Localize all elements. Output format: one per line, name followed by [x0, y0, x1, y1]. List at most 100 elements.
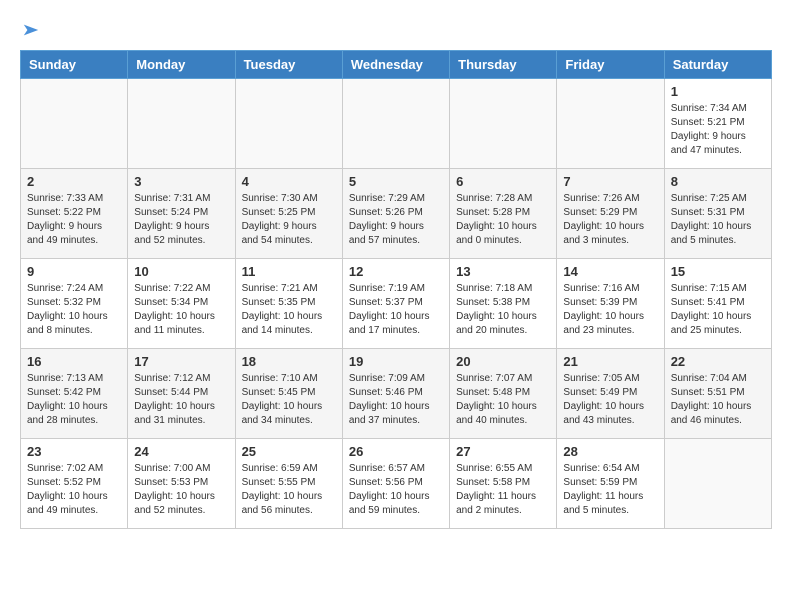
day-cell: 25 Sunrise: 6:59 AMSunset: 5:55 PMDayligh…	[235, 439, 342, 529]
logo-text	[20, 20, 40, 44]
calendar-header: SundayMondayTuesdayWednesdayThursdayFrid…	[21, 51, 772, 79]
day-info: Sunrise: 7:30 AMSunset: 5:25 PMDaylight:…	[242, 192, 336, 248]
day-info: Sunrise: 7:18 AMSunset: 5:38 PMDaylight:…	[456, 282, 550, 338]
day-cell	[450, 79, 557, 169]
day-info: Sunrise: 7:21 AMSunset: 5:35 PMDaylight:…	[242, 282, 336, 338]
day-cell: 4 Sunrise: 7:30 AMSunset: 5:25 PMDaylight…	[235, 169, 342, 259]
day-number: 27	[456, 444, 550, 459]
day-info: Sunrise: 7:19 AMSunset: 5:37 PMDaylight:…	[349, 282, 443, 338]
day-cell: 8 Sunrise: 7:25 AMSunset: 5:31 PMDaylight…	[664, 169, 771, 259]
day-info: Sunrise: 7:16 AMSunset: 5:39 PMDaylight:…	[563, 282, 657, 338]
day-number: 14	[563, 264, 657, 279]
day-cell: 14 Sunrise: 7:16 AMSunset: 5:39 PMDayligh…	[557, 259, 664, 349]
header-day-thursday: Thursday	[450, 51, 557, 79]
day-cell: 13 Sunrise: 7:18 AMSunset: 5:38 PMDayligh…	[450, 259, 557, 349]
day-number: 23	[27, 444, 121, 459]
day-info: Sunrise: 7:28 AMSunset: 5:28 PMDaylight:…	[456, 192, 550, 248]
calendar-body: 1Sunrise: 7:34 AMSunset: 5:21 PMDaylight…	[21, 79, 772, 529]
day-info: Sunrise: 7:25 AMSunset: 5:31 PMDaylight:…	[671, 192, 765, 248]
week-row-1: 1Sunrise: 7:34 AMSunset: 5:21 PMDaylight…	[21, 79, 772, 169]
day-number: 17	[134, 354, 228, 369]
day-cell	[128, 79, 235, 169]
day-cell	[664, 439, 771, 529]
day-number: 28	[563, 444, 657, 459]
day-cell: 10 Sunrise: 7:22 AMSunset: 5:34 PMDayligh…	[128, 259, 235, 349]
day-info: Sunrise: 7:10 AMSunset: 5:45 PMDaylight:…	[242, 372, 336, 428]
day-number: 25	[242, 444, 336, 459]
day-cell: 5 Sunrise: 7:29 AMSunset: 5:26 PMDaylight…	[342, 169, 449, 259]
day-number: 16	[27, 354, 121, 369]
day-number: 19	[349, 354, 443, 369]
header-day-monday: Monday	[128, 51, 235, 79]
day-info: Sunrise: 7:09 AMSunset: 5:46 PMDaylight:…	[349, 372, 443, 428]
logo-arrow-icon	[22, 21, 40, 39]
day-cell: 15 Sunrise: 7:15 AMSunset: 5:41 PMDayligh…	[664, 259, 771, 349]
day-number: 26	[349, 444, 443, 459]
day-number: 11	[242, 264, 336, 279]
day-number: 22	[671, 354, 765, 369]
header-day-wednesday: Wednesday	[342, 51, 449, 79]
day-cell: 21 Sunrise: 7:05 AMSunset: 5:49 PMDayligh…	[557, 349, 664, 439]
day-cell: 18 Sunrise: 7:10 AMSunset: 5:45 PMDayligh…	[235, 349, 342, 439]
day-cell: 11 Sunrise: 7:21 AMSunset: 5:35 PMDayligh…	[235, 259, 342, 349]
day-info: Sunrise: 7:15 AMSunset: 5:41 PMDaylight:…	[671, 282, 765, 338]
day-cell: 17 Sunrise: 7:12 AMSunset: 5:44 PMDayligh…	[128, 349, 235, 439]
day-number: 15	[671, 264, 765, 279]
header-day-tuesday: Tuesday	[235, 51, 342, 79]
day-number: 3	[134, 174, 228, 189]
day-info: Sunrise: 7:31 AMSunset: 5:24 PMDaylight:…	[134, 192, 228, 248]
week-row-3: 9 Sunrise: 7:24 AMSunset: 5:32 PMDaylight…	[21, 259, 772, 349]
day-number: 12	[349, 264, 443, 279]
day-cell: 19 Sunrise: 7:09 AMSunset: 5:46 PMDayligh…	[342, 349, 449, 439]
day-number: 21	[563, 354, 657, 369]
day-cell	[342, 79, 449, 169]
calendar-table: SundayMondayTuesdayWednesdayThursdayFrid…	[20, 50, 772, 529]
day-info: Sunrise: 7:33 AMSunset: 5:22 PMDaylight:…	[27, 192, 121, 248]
day-info: Sunrise: 7:22 AMSunset: 5:34 PMDaylight:…	[134, 282, 228, 338]
week-row-2: 2 Sunrise: 7:33 AMSunset: 5:22 PMDaylight…	[21, 169, 772, 259]
day-cell: 20 Sunrise: 7:07 AMSunset: 5:48 PMDayligh…	[450, 349, 557, 439]
day-number: 2	[27, 174, 121, 189]
day-info: Sunrise: 7:02 AMSunset: 5:52 PMDaylight:…	[27, 462, 121, 518]
day-info: Sunrise: 7:24 AMSunset: 5:32 PMDaylight:…	[27, 282, 121, 338]
header-day-friday: Friday	[557, 51, 664, 79]
day-info: Sunrise: 7:12 AMSunset: 5:44 PMDaylight:…	[134, 372, 228, 428]
day-number: 7	[563, 174, 657, 189]
day-number: 13	[456, 264, 550, 279]
day-number: 20	[456, 354, 550, 369]
day-cell: 3 Sunrise: 7:31 AMSunset: 5:24 PMDaylight…	[128, 169, 235, 259]
day-cell: 22Sunrise: 7:04 AMSunset: 5:51 PMDayligh…	[664, 349, 771, 439]
day-info: Sunrise: 7:13 AMSunset: 5:42 PMDaylight:…	[27, 372, 121, 428]
day-number: 6	[456, 174, 550, 189]
day-info: Sunrise: 6:59 AMSunset: 5:55 PMDaylight:…	[242, 462, 336, 518]
day-number: 24	[134, 444, 228, 459]
day-cell: 9 Sunrise: 7:24 AMSunset: 5:32 PMDaylight…	[21, 259, 128, 349]
week-row-5: 23 Sunrise: 7:02 AMSunset: 5:52 PMDayligh…	[21, 439, 772, 529]
day-cell: 26Sunrise: 6:57 AMSunset: 5:56 PMDayligh…	[342, 439, 449, 529]
day-info: Sunrise: 7:26 AMSunset: 5:29 PMDaylight:…	[563, 192, 657, 248]
day-info: Sunrise: 7:05 AMSunset: 5:49 PMDaylight:…	[563, 372, 657, 428]
day-number: 5	[349, 174, 443, 189]
day-info: Sunrise: 6:55 AMSunset: 5:58 PMDaylight:…	[456, 462, 550, 518]
day-number: 4	[242, 174, 336, 189]
day-number: 10	[134, 264, 228, 279]
day-number: 1	[671, 84, 765, 99]
week-row-4: 16 Sunrise: 7:13 AMSunset: 5:42 PMDayligh…	[21, 349, 772, 439]
day-number: 9	[27, 264, 121, 279]
day-cell: 2 Sunrise: 7:33 AMSunset: 5:22 PMDaylight…	[21, 169, 128, 259]
day-info: Sunrise: 6:54 AMSunset: 5:59 PMDaylight:…	[563, 462, 657, 518]
day-cell	[21, 79, 128, 169]
day-info: Sunrise: 7:07 AMSunset: 5:48 PMDaylight:…	[456, 372, 550, 428]
header-row: SundayMondayTuesdayWednesdayThursdayFrid…	[21, 51, 772, 79]
day-cell	[557, 79, 664, 169]
day-cell: 6 Sunrise: 7:28 AMSunset: 5:28 PMDaylight…	[450, 169, 557, 259]
day-cell: 23 Sunrise: 7:02 AMSunset: 5:52 PMDayligh…	[21, 439, 128, 529]
day-info: Sunrise: 7:29 AMSunset: 5:26 PMDaylight:…	[349, 192, 443, 248]
day-number: 18	[242, 354, 336, 369]
day-cell	[235, 79, 342, 169]
day-cell: 12 Sunrise: 7:19 AMSunset: 5:37 PMDayligh…	[342, 259, 449, 349]
header-day-saturday: Saturday	[664, 51, 771, 79]
day-number: 8	[671, 174, 765, 189]
day-info: Sunrise: 7:00 AMSunset: 5:53 PMDaylight:…	[134, 462, 228, 518]
page-header	[20, 20, 772, 40]
